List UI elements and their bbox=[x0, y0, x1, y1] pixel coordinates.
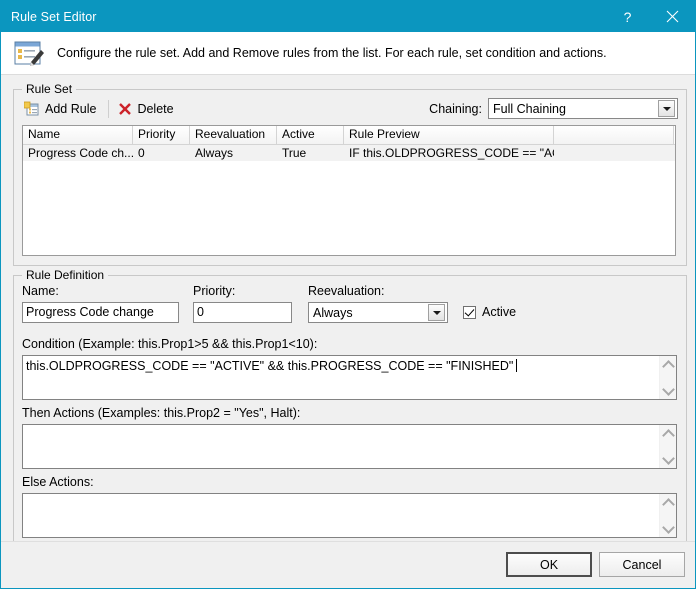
question-mark-icon: ? bbox=[623, 8, 632, 25]
scroll-down-icon[interactable] bbox=[660, 451, 676, 468]
table-cell-name: Progress Code ch... bbox=[28, 146, 133, 160]
add-rule-button[interactable]: Add Rule bbox=[21, 98, 102, 120]
table-cell-active: True bbox=[282, 146, 307, 160]
close-button[interactable] bbox=[650, 1, 695, 32]
name-input[interactable]: Progress Code change bbox=[22, 302, 179, 323]
rule-set-group: Rule Set Add Rule Delete Chaining: Full … bbox=[13, 82, 687, 266]
table-cell-reevaluation: Always bbox=[195, 146, 234, 160]
active-checkbox-group[interactable]: Active bbox=[463, 305, 516, 319]
priority-input[interactable]: 0 bbox=[193, 302, 292, 323]
delete-label: Delete bbox=[137, 102, 174, 116]
table-cell-preview: IF this.OLDPROGRESS_CODE == "AC... bbox=[349, 146, 554, 160]
rules-list-body: Progress Code ch... 0 Always True IF this.OL… bbox=[23, 145, 675, 161]
then-actions-label: Then Actions (Examples: this.Prop2 = "Ye… bbox=[22, 406, 301, 420]
column-header[interactable]: Rule Preview bbox=[344, 126, 554, 144]
cancel-button[interactable]: Cancel bbox=[599, 552, 685, 577]
scroll-up-icon[interactable] bbox=[660, 356, 676, 373]
dialog-header: Configure the rule set. Add and Remove r… bbox=[1, 32, 695, 75]
dialog-body: Rule Set Add Rule Delete Chaining: Full … bbox=[1, 75, 695, 588]
priority-label: Priority: bbox=[193, 284, 236, 298]
else-actions-textarea[interactable] bbox=[22, 493, 677, 538]
active-checkbox[interactable] bbox=[463, 305, 476, 319]
window-title: Rule Set Editor bbox=[11, 9, 97, 24]
rule-set-group-title: Rule Set bbox=[22, 82, 77, 96]
else-actions-scrollbar[interactable] bbox=[659, 494, 676, 537]
chaining-label: Chaining: bbox=[429, 101, 482, 116]
rule-set-toolbar: Add Rule Delete bbox=[21, 98, 180, 120]
reevaluation-value: Always bbox=[313, 305, 353, 320]
chaining-dropdown[interactable]: Full Chaining bbox=[488, 98, 678, 119]
rule-definition-group: Rule Definition Name: Progress Code chan… bbox=[13, 268, 687, 547]
column-header[interactable]: Reevaluation bbox=[190, 126, 277, 144]
then-actions-textarea[interactable] bbox=[22, 424, 677, 469]
rules-list[interactable]: Name Priority Reevaluation Active Rule Previ… bbox=[22, 125, 676, 256]
table-cell-priority: 0 bbox=[138, 146, 145, 160]
title-bar-buttons: ? bbox=[605, 1, 695, 32]
rule-definition-group-title: Rule Definition bbox=[22, 268, 109, 282]
chevron-down-icon[interactable] bbox=[658, 100, 675, 117]
column-header[interactable]: Name bbox=[23, 126, 133, 144]
column-header[interactable]: Active bbox=[277, 126, 344, 144]
then-actions-scrollbar[interactable] bbox=[659, 425, 676, 468]
add-rule-label: Add Rule bbox=[45, 102, 97, 116]
scroll-down-icon[interactable] bbox=[660, 382, 676, 399]
scroll-up-icon[interactable] bbox=[660, 494, 676, 511]
rule-list-pencil-icon bbox=[13, 38, 47, 68]
toolbar-separator bbox=[108, 100, 110, 118]
text-caret bbox=[516, 359, 518, 372]
column-header[interactable]: Priority bbox=[133, 126, 190, 144]
scroll-up-icon[interactable] bbox=[660, 425, 676, 442]
chaining-value: Full Chaining bbox=[493, 101, 566, 116]
then-actions-value bbox=[23, 425, 659, 468]
delete-button[interactable]: Delete bbox=[115, 98, 179, 120]
condition-textarea[interactable]: this.OLDPROGRESS_CODE == "ACTIVE" && thi… bbox=[22, 355, 677, 400]
reevaluation-dropdown[interactable]: Always bbox=[308, 302, 448, 323]
ok-button[interactable]: OK bbox=[506, 552, 592, 577]
scroll-down-icon[interactable] bbox=[660, 520, 676, 537]
help-button[interactable]: ? bbox=[605, 1, 650, 32]
title-bar: Rule Set Editor ? bbox=[1, 1, 695, 32]
rule-set-editor-dialog: Rule Set Editor ? Configure the rule set… bbox=[0, 0, 696, 589]
name-label: Name: bbox=[22, 284, 59, 298]
rules-list-header: Name Priority Reevaluation Active Rule Previ… bbox=[23, 126, 675, 145]
condition-scrollbar[interactable] bbox=[659, 356, 676, 399]
condition-value: this.OLDPROGRESS_CODE == "ACTIVE" && thi… bbox=[26, 359, 514, 373]
chaining-control: Chaining: Full Chaining bbox=[429, 98, 678, 119]
table-row[interactable]: Progress Code ch... 0 Always True IF this.OL… bbox=[23, 145, 675, 161]
column-header[interactable] bbox=[554, 126, 674, 144]
delete-x-icon bbox=[118, 102, 132, 116]
dialog-footer: OK Cancel bbox=[1, 541, 695, 588]
else-actions-label: Else Actions: bbox=[22, 475, 94, 489]
close-icon bbox=[666, 10, 679, 23]
active-label: Active bbox=[482, 305, 517, 319]
reevaluation-label: Reevaluation: bbox=[308, 284, 385, 298]
table-cell-extra bbox=[554, 145, 674, 161]
chevron-down-icon[interactable] bbox=[428, 304, 445, 321]
else-actions-value bbox=[23, 494, 659, 537]
add-rule-icon bbox=[23, 101, 40, 117]
condition-label: Condition (Example: this.Prop1>5 && this… bbox=[22, 337, 318, 351]
condition-text: this.OLDPROGRESS_CODE == "ACTIVE" && thi… bbox=[23, 356, 659, 399]
dialog-description: Configure the rule set. Add and Remove r… bbox=[57, 46, 607, 60]
